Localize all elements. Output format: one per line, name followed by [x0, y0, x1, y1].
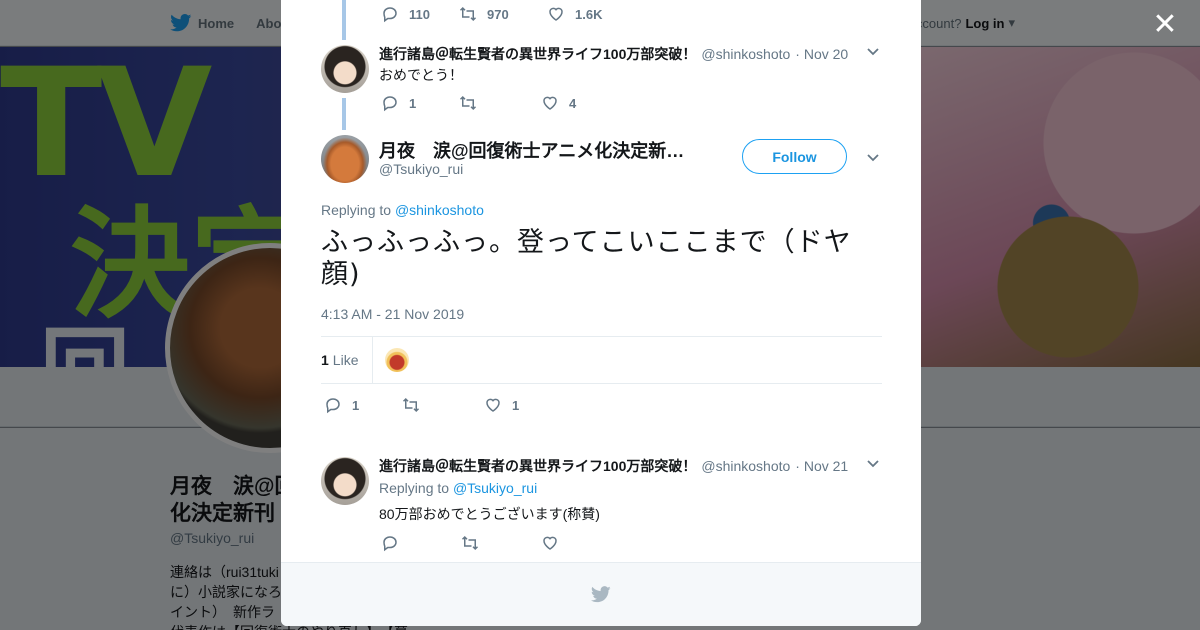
reply-icon: [383, 7, 397, 23]
reply1-handle[interactable]: @shinkoshoto: [701, 46, 790, 62]
main-tweet-text: ふっふっふっ。登ってこいここまで（ドヤ顔): [321, 227, 852, 290]
heart-icon: [549, 7, 563, 21]
like-stat[interactable]: 1 Like: [321, 336, 374, 384]
replying-to-prefix: Replying to: [379, 480, 450, 496]
replying-to-link[interactable]: @Tsukiyo_rui: [453, 480, 537, 496]
heart-icon: [486, 398, 500, 412]
retweet-icon: [402, 397, 420, 413]
retweet-button[interactable]: [461, 534, 541, 552]
retweet-button[interactable]: [402, 396, 484, 414]
reply2-name[interactable]: 進行諸島＠転生賢者の異世界ライフ100万部突破！: [379, 456, 696, 476]
reply2-text: 80万部おめでとうございます(称賛): [379, 506, 600, 522]
main-tweet-actions: 1 1: [324, 396, 519, 414]
like-button[interactable]: 1.6K: [547, 5, 602, 23]
retweet-icon: [461, 535, 479, 551]
retweet-icon: [459, 95, 477, 111]
main-tweet-timestamp[interactable]: 4:13 AM - 21 Nov 2019: [321, 306, 464, 322]
follow-button[interactable]: Follow: [742, 139, 847, 174]
chevron-down-icon[interactable]: [866, 457, 880, 471]
like-stat-label: Like: [332, 352, 359, 368]
reply-button[interactable]: 1: [381, 94, 459, 112]
reply1-name[interactable]: 進行諸島＠転生賢者の異世界ライフ100万部突破！: [379, 44, 696, 64]
like-button[interactable]: [541, 534, 559, 552]
like-button[interactable]: 4: [541, 94, 576, 112]
reply2-handle[interactable]: @shinkoshoto: [701, 458, 790, 474]
reply2-header: 進行諸島＠転生賢者の異世界ライフ100万部突破！ @shinkoshoto · …: [379, 456, 848, 476]
reply-count: 110: [409, 6, 430, 22]
replying-to-link[interactable]: @shinkoshoto: [395, 202, 484, 218]
reply1-header: 進行諸島＠転生賢者の異世界ライフ100万部突破！ @shinkoshoto · …: [379, 44, 848, 64]
reply1-date[interactable]: · Nov 20: [795, 46, 848, 62]
reply-count: 1: [352, 397, 360, 413]
chevron-down-icon[interactable]: [866, 151, 880, 165]
reply2-avatar[interactable]: [321, 457, 369, 505]
reply-count: 1: [409, 95, 417, 111]
reply2-replying-to: Replying to @Tsukiyo_rui: [379, 480, 537, 496]
reply1-actions: 1 4: [381, 94, 576, 112]
close-icon[interactable]: ✕: [1150, 10, 1180, 40]
thread-connector: [342, 98, 346, 130]
like-button[interactable]: 1: [484, 396, 519, 414]
prev-tweet-actions: 110 970 1.6K: [381, 5, 602, 23]
like-stat-count: 1: [321, 352, 329, 368]
reply2-actions: [381, 534, 559, 552]
modal-footer: [281, 562, 921, 626]
heart-icon: [543, 96, 557, 110]
retweet-count: 970: [487, 6, 509, 22]
reply-button[interactable]: [381, 534, 461, 552]
heart-icon: [543, 536, 557, 550]
replying-to: Replying to @shinkoshoto: [321, 202, 484, 218]
tweet-modal: 110 970 1.6K 進行諸島＠転生賢者の異世界ライフ100万部突破！ @s…: [281, 0, 921, 626]
retweet-button[interactable]: 970: [459, 5, 547, 23]
main-tweet-handle[interactable]: @Tsukiyo_rui: [379, 161, 463, 177]
reply2-date[interactable]: · Nov 21: [795, 458, 848, 474]
reply-icon: [326, 398, 340, 414]
reply-icon: [383, 96, 397, 112]
thread-connector: [342, 0, 346, 40]
reply1-avatar[interactable]: [321, 45, 369, 93]
tweet-stats: 1 Like: [321, 336, 882, 384]
reply1-text: おめでとう！: [379, 67, 463, 83]
like-count: 1: [512, 397, 520, 413]
like-count: 1.6K: [575, 6, 603, 22]
retweet-icon: [459, 6, 477, 22]
main-tweet-name[interactable]: 月夜 涙@回復術士アニメ化決定新…: [379, 137, 694, 163]
liker-avatar[interactable]: [385, 348, 410, 372]
like-count: 4: [569, 95, 577, 111]
retweet-button[interactable]: [459, 94, 541, 112]
conversation-thread[interactable]: 110 970 1.6K 進行諸島＠転生賢者の異世界ライフ100万部突破！ @s…: [281, 0, 921, 562]
reply-icon: [383, 536, 397, 552]
reply-button[interactable]: 1: [324, 396, 402, 414]
chevron-down-icon[interactable]: [866, 45, 880, 59]
twitter-bird-icon: [591, 586, 611, 603]
main-tweet-avatar[interactable]: [321, 135, 369, 183]
reply-button[interactable]: 110: [381, 5, 459, 23]
replying-to-prefix: Replying to: [321, 202, 392, 218]
